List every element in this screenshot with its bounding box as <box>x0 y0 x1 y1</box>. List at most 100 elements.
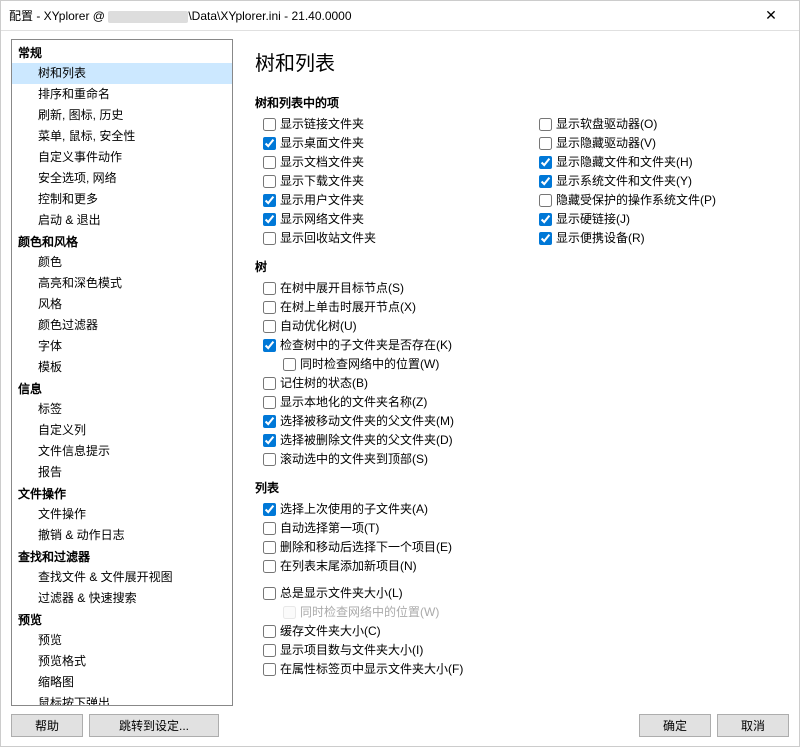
cancel-button[interactable]: 取消 <box>717 714 789 737</box>
tree-item[interactable]: 字体 <box>12 336 232 357</box>
ok-button[interactable]: 确定 <box>639 714 711 737</box>
option-label[interactable]: 显示隐藏文件和文件夹(H) <box>556 154 693 171</box>
option-checkbox[interactable] <box>283 358 296 371</box>
tree-item[interactable]: 鼠标按下弹出 <box>12 693 232 706</box>
option-label[interactable]: 自动优化树(U) <box>280 318 357 335</box>
option-checkbox[interactable] <box>263 522 276 535</box>
tree-item[interactable]: 树和列表 <box>12 63 232 84</box>
option-label[interactable]: 显示网络文件夹 <box>280 211 364 228</box>
option-checkbox[interactable] <box>263 560 276 573</box>
tree-item[interactable]: 安全选项, 网络 <box>12 168 232 189</box>
option-checkbox[interactable] <box>539 118 552 131</box>
tree-item[interactable]: 查找文件 & 文件展开视图 <box>12 567 232 588</box>
category-tree[interactable]: 常规树和列表排序和重命名刷新, 图标, 历史菜单, 鼠标, 安全性自定义事件动作… <box>11 39 233 706</box>
option-label[interactable]: 显示回收站文件夹 <box>280 230 376 247</box>
option-checkbox[interactable] <box>263 137 276 150</box>
option-checkbox[interactable] <box>263 175 276 188</box>
tree-item[interactable]: 排序和重命名 <box>12 84 232 105</box>
tree-item[interactable]: 风格 <box>12 294 232 315</box>
tree-item[interactable]: 刷新, 图标, 历史 <box>12 105 232 126</box>
option-checkbox[interactable] <box>539 156 552 169</box>
option-checkbox[interactable] <box>263 301 276 314</box>
option-label[interactable]: 显示便携设备(R) <box>556 230 645 247</box>
tree-item[interactable]: 自定义列 <box>12 420 232 441</box>
option-checkbox[interactable] <box>263 339 276 352</box>
option-checkbox[interactable] <box>263 320 276 333</box>
option-label[interactable]: 缓存文件夹大小(C) <box>280 623 381 640</box>
option-label[interactable]: 选择被移动文件夹的父文件夹(M) <box>280 413 454 430</box>
jump-to-setting-button[interactable]: 跳转到设定... <box>89 714 219 737</box>
option-checkbox[interactable] <box>263 213 276 226</box>
option-label[interactable]: 显示软盘驱动器(O) <box>556 116 657 133</box>
tree-item[interactable]: 自定义事件动作 <box>12 147 232 168</box>
tree-item[interactable]: 模板 <box>12 357 232 378</box>
option-label[interactable]: 隐藏受保护的操作系统文件(P) <box>556 192 716 209</box>
tree-item[interactable]: 控制和更多 <box>12 189 232 210</box>
tree-item[interactable]: 颜色 <box>12 252 232 273</box>
option-checkbox[interactable] <box>539 137 552 150</box>
option-label[interactable]: 在树上单击时展开节点(X) <box>280 299 416 316</box>
option-label[interactable]: 删除和移动后选择下一个项目(E) <box>280 539 452 556</box>
tree-item[interactable]: 过滤器 & 快速搜索 <box>12 588 232 609</box>
option-checkbox[interactable] <box>263 282 276 295</box>
tree-item[interactable]: 报告 <box>12 462 232 483</box>
tree-item[interactable]: 高亮和深色模式 <box>12 273 232 294</box>
option-label[interactable]: 显示文档文件夹 <box>280 154 364 171</box>
option-checkbox[interactable] <box>263 232 276 245</box>
option-checkbox[interactable] <box>263 434 276 447</box>
option-label[interactable]: 选择被删除文件夹的父文件夹(D) <box>280 432 453 449</box>
option-label[interactable]: 总是显示文件夹大小(L) <box>280 585 403 602</box>
tree-category[interactable]: 常规 <box>12 42 232 63</box>
option-checkbox[interactable] <box>539 213 552 226</box>
tree-item[interactable]: 预览格式 <box>12 651 232 672</box>
option-checkbox[interactable] <box>263 377 276 390</box>
tree-item[interactable]: 缩略图 <box>12 672 232 693</box>
tree-category[interactable]: 查找和过滤器 <box>12 546 232 567</box>
option-checkbox[interactable] <box>263 396 276 409</box>
option-checkbox[interactable] <box>263 503 276 516</box>
option-checkbox[interactable] <box>263 625 276 638</box>
option-label[interactable]: 在树中展开目标节点(S) <box>280 280 404 297</box>
option-label[interactable]: 显示桌面文件夹 <box>280 135 364 152</box>
option-label[interactable]: 显示隐藏驱动器(V) <box>556 135 656 152</box>
tree-item[interactable]: 标签 <box>12 399 232 420</box>
option-label[interactable]: 检查树中的子文件夹是否存在(K) <box>280 337 452 354</box>
option-checkbox[interactable] <box>263 587 276 600</box>
option-label[interactable]: 在属性标签页中显示文件夹大小(F) <box>280 661 463 678</box>
tree-item[interactable]: 文件信息提示 <box>12 441 232 462</box>
option-checkbox[interactable] <box>263 415 276 428</box>
tree-category[interactable]: 信息 <box>12 378 232 399</box>
tree-category[interactable]: 文件操作 <box>12 483 232 504</box>
option-label[interactable]: 显示系统文件和文件夹(Y) <box>556 173 692 190</box>
option-label[interactable]: 显示下载文件夹 <box>280 173 364 190</box>
option-label[interactable]: 显示链接文件夹 <box>280 116 364 133</box>
option-label[interactable]: 选择上次使用的子文件夹(A) <box>280 501 428 518</box>
option-checkbox[interactable] <box>263 453 276 466</box>
option-label[interactable]: 显示硬链接(J) <box>556 211 630 228</box>
option-checkbox[interactable] <box>263 156 276 169</box>
tree-category[interactable]: 预览 <box>12 609 232 630</box>
option-label[interactable]: 记住树的状态(B) <box>280 375 368 392</box>
option-label[interactable]: 显示用户文件夹 <box>280 192 364 209</box>
option-checkbox[interactable] <box>539 175 552 188</box>
option-checkbox[interactable] <box>263 644 276 657</box>
option-checkbox[interactable] <box>263 194 276 207</box>
option-label[interactable]: 显示项目数与文件夹大小(I) <box>280 642 423 659</box>
help-button[interactable]: 帮助 <box>11 714 83 737</box>
tree-item[interactable]: 文件操作 <box>12 504 232 525</box>
tree-category[interactable]: 颜色和风格 <box>12 231 232 252</box>
option-checkbox[interactable] <box>539 232 552 245</box>
tree-item[interactable]: 启动 & 退出 <box>12 210 232 231</box>
option-label[interactable]: 滚动选中的文件夹到顶部(S) <box>280 451 428 468</box>
option-checkbox[interactable] <box>539 194 552 207</box>
option-label[interactable]: 自动选择第一项(T) <box>280 520 379 537</box>
tree-item[interactable]: 撤销 & 动作日志 <box>12 525 232 546</box>
option-label[interactable]: 在列表末尾添加新项目(N) <box>280 558 417 575</box>
option-checkbox[interactable] <box>263 118 276 131</box>
tree-item[interactable]: 预览 <box>12 630 232 651</box>
option-label[interactable]: 显示本地化的文件夹名称(Z) <box>280 394 427 411</box>
close-icon[interactable]: ✕ <box>751 2 791 30</box>
option-checkbox[interactable] <box>263 663 276 676</box>
option-checkbox[interactable] <box>263 541 276 554</box>
tree-item[interactable]: 颜色过滤器 <box>12 315 232 336</box>
